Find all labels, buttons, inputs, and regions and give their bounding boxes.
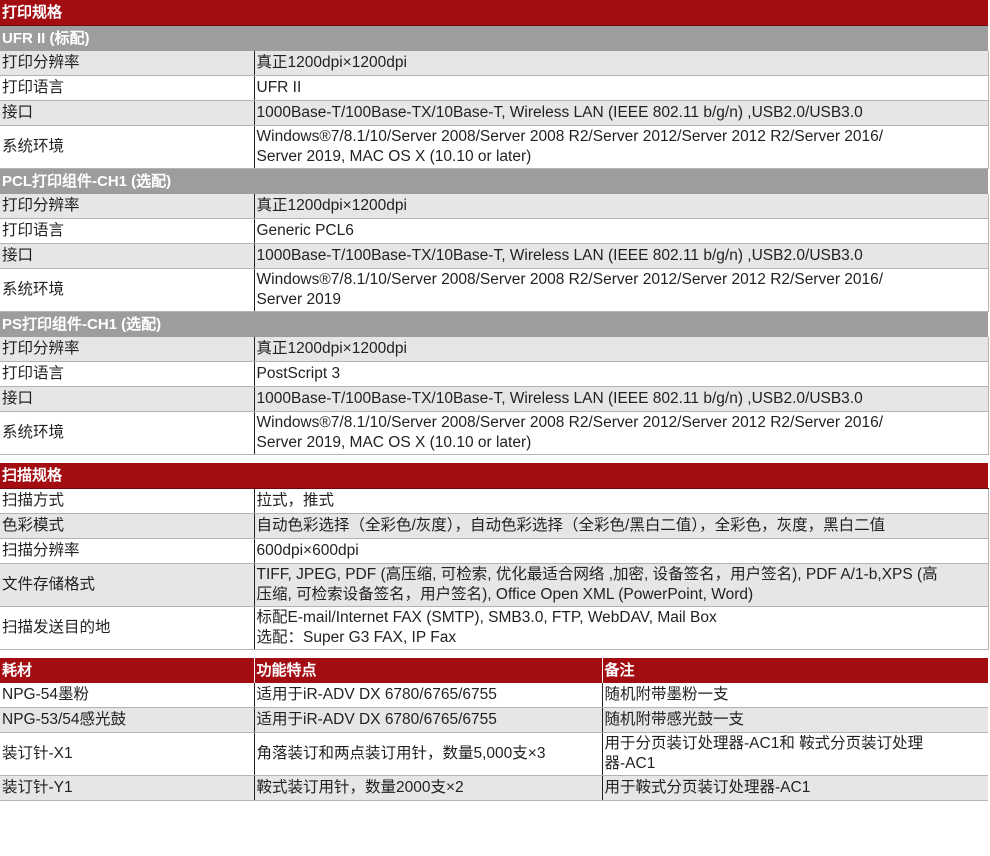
- spec-value-line: Server 2019: [256, 291, 341, 308]
- consumables-col-header: 备注: [602, 658, 989, 683]
- spec-value: UFR II: [254, 75, 989, 101]
- spec-label: 接口: [0, 100, 255, 126]
- consumable-note: 随机附带墨粉一支: [602, 683, 988, 708]
- spec-value-line: 压缩, 可检索设备签名，用户签名), Office Open XML (Powe…: [256, 586, 754, 603]
- spec-value: 拉式，推式: [254, 488, 989, 514]
- spec-label: 打印语言: [0, 218, 255, 244]
- spec-value: 真正1200dpi×1200dpi: [254, 51, 989, 76]
- spec-label: 系统环境: [0, 411, 255, 455]
- consumables-col-header: 耗材: [0, 658, 255, 683]
- spec-label: 文件存储格式: [0, 563, 255, 607]
- spec-value: Generic PCL6: [254, 218, 989, 244]
- spec-label: 扫描分辨率: [0, 538, 255, 564]
- spec-value-line: Windows®7/8.1/10/Server 2008/Server 2008…: [256, 128, 884, 145]
- spec-value-line: Windows®7/8.1/10/Server 2008/Server 2008…: [256, 414, 884, 431]
- spec-value: 真正1200dpi×1200dpi: [254, 337, 989, 362]
- spec-value: 自动色彩选择（全彩色/灰度），自动色彩选择（全彩色/黑白二值），全彩色，灰度，黑…: [254, 513, 989, 539]
- consumable-feature: 鞍式装订用针，数量2000支×2: [254, 775, 603, 801]
- spec-label: 扫描发送目的地: [0, 606, 255, 650]
- spec-label: 打印分辨率: [0, 194, 255, 219]
- spec-value: Windows®7/8.1/10/Server 2008/Server 2008…: [254, 268, 989, 312]
- spec-value-line: TIFF, JPEG, PDF (高压缩, 可检索, 优化最适合网络 ,加密, …: [256, 566, 938, 583]
- spec-label: 色彩模式: [0, 513, 255, 539]
- spec-value: 标配E-mail/Internet FAX (SMTP), SMB3.0, FT…: [254, 606, 989, 650]
- spec-label: 系统环境: [0, 125, 255, 169]
- consumable-name: NPG-54墨粉: [0, 683, 255, 708]
- spec-sheet: 打印规格 UFR II (标配) 打印分辨率 真正1200dpi×1200dpi …: [0, 0, 990, 801]
- consumable-note: 随机附带感光鼓一支: [602, 707, 988, 733]
- consumable-name: 装订针-Y1: [0, 775, 255, 801]
- group-title-ps: PS打印组件-CH1 (选配): [0, 311, 989, 337]
- scan-spec-header: 扫描规格: [0, 463, 989, 489]
- spec-label: 接口: [0, 386, 255, 412]
- spec-label: 打印分辨率: [0, 51, 255, 76]
- spec-label: 打印语言: [0, 75, 255, 101]
- consumables-table: 耗材 功能特点 备注 NPG-54墨粉 适用于iR-ADV DX 6780/67…: [0, 658, 989, 801]
- spec-value: TIFF, JPEG, PDF (高压缩, 可检索, 优化最适合网络 ,加密, …: [254, 563, 989, 607]
- consumable-feature: 角落装订和两点装订用针，数量5,000支×3: [254, 732, 603, 776]
- consumable-name: 装订针-X1: [0, 732, 255, 776]
- spec-value-line: Windows®7/8.1/10/Server 2008/Server 2008…: [256, 271, 884, 288]
- spec-value: 真正1200dpi×1200dpi: [254, 194, 989, 219]
- spec-value: Windows®7/8.1/10/Server 2008/Server 2008…: [254, 411, 989, 455]
- scan-spec-table: 扫描规格 扫描方式 拉式，推式 色彩模式 自动色彩选择（全彩色/灰度），自动色彩选择…: [0, 463, 989, 650]
- consumables-col-header: 功能特点: [254, 658, 603, 683]
- group-title-ufr: UFR II (标配): [0, 25, 989, 51]
- consumable-note: 用于分页装订处理器-AC1和 鞍式分页装订处理 器-AC1: [602, 732, 988, 776]
- spec-value-line: Server 2019, MAC OS X (10.10 or later): [256, 434, 532, 451]
- spec-value: 1000Base-T/100Base-TX/10Base-T, Wireless…: [254, 243, 989, 269]
- spec-value: 600dpi×600dpi: [254, 538, 989, 564]
- consumable-note: 用于鞍式分页装订处理器-AC1: [602, 775, 988, 801]
- consumable-note-line: 用于分页装订处理器-AC1和 鞍式分页装订处理: [604, 735, 924, 752]
- group-title-pcl: PCL打印组件-CH1 (选配): [0, 168, 989, 194]
- spec-label: 扫描方式: [0, 488, 255, 514]
- spec-value-line: Server 2019, MAC OS X (10.10 or later): [256, 148, 532, 165]
- spec-value: 1000Base-T/100Base-TX/10Base-T, Wireless…: [254, 100, 989, 126]
- consumable-feature: 适用于iR-ADV DX 6780/6765/6755: [254, 707, 603, 733]
- consumable-name: NPG-53/54感光鼓: [0, 707, 255, 733]
- spec-label: 打印分辨率: [0, 337, 255, 362]
- consumable-feature: 适用于iR-ADV DX 6780/6765/6755: [254, 683, 603, 708]
- consumable-note-line: 器-AC1: [604, 755, 656, 772]
- spec-value: PostScript 3: [254, 361, 989, 387]
- print-spec-table: 打印规格 UFR II (标配) 打印分辨率 真正1200dpi×1200dpi …: [0, 0, 989, 455]
- spec-label: 接口: [0, 243, 255, 269]
- print-spec-header: 打印规格: [0, 0, 989, 26]
- spec-value: Windows®7/8.1/10/Server 2008/Server 2008…: [254, 125, 989, 169]
- spec-value-line: 选配：Super G3 FAX, IP Fax: [256, 629, 457, 646]
- spec-value: 1000Base-T/100Base-TX/10Base-T, Wireless…: [254, 386, 989, 412]
- spec-value-line: 标配E-mail/Internet FAX (SMTP), SMB3.0, FT…: [256, 609, 717, 626]
- spec-label: 系统环境: [0, 268, 255, 312]
- spec-label: 打印语言: [0, 361, 255, 387]
